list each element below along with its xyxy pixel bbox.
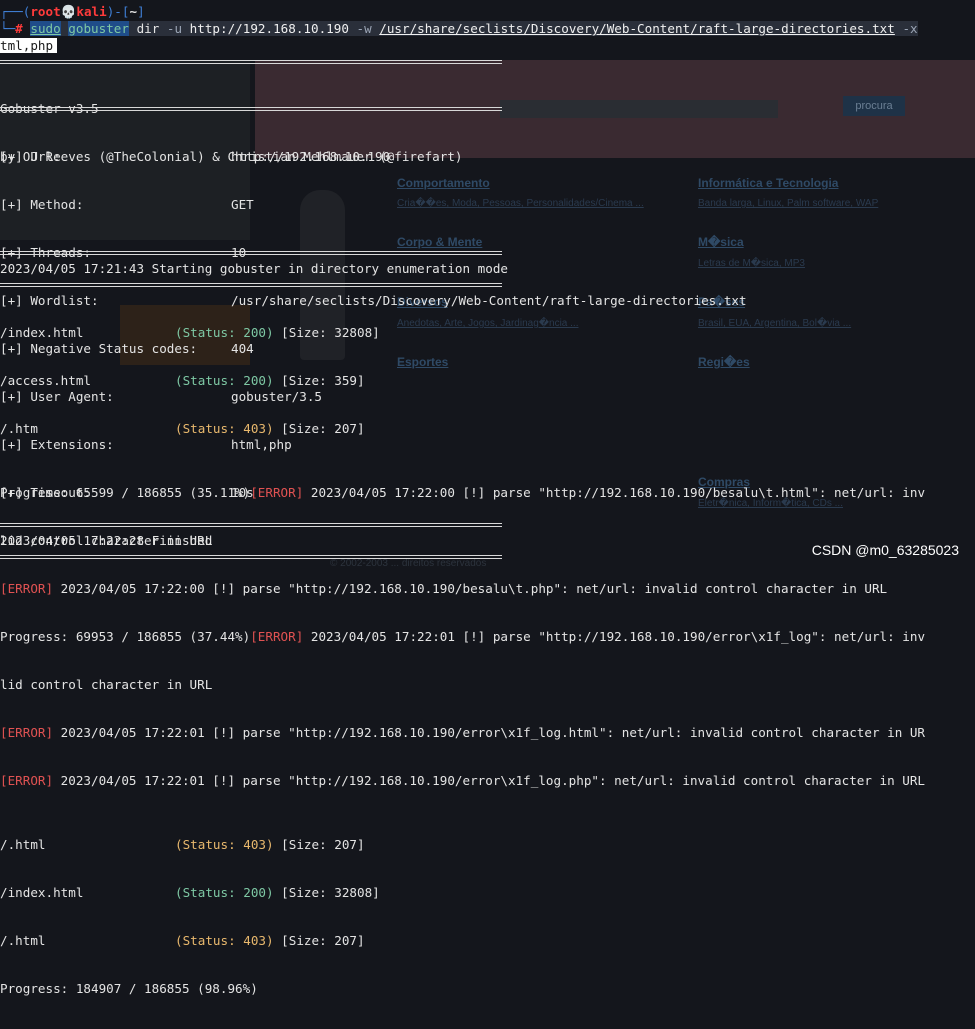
cmd-url: http://192.168.10.190 xyxy=(189,21,349,36)
result-row: /index.html (Status: 200) [Size: 32808] xyxy=(0,885,925,901)
prompt-host: kali xyxy=(76,4,107,19)
result-size: [Size: 207] xyxy=(281,837,365,852)
final-progress: Progress: 184907 / 186855 (98.96%) xyxy=(0,981,258,996)
progress-text: Progress: 65599 / 186855 (35.11%) xyxy=(0,485,251,500)
config-row: [+] Method: GET xyxy=(0,197,747,213)
config-row: [+] Url: http://192.168.10.190 xyxy=(0,149,747,165)
cmd-mode: dir xyxy=(136,21,160,36)
result-size: [Size: 32808] xyxy=(281,325,380,340)
result-status: (Status: 403) xyxy=(175,421,274,436)
result-status: (Status: 403) xyxy=(175,837,274,852)
finished-line: 2023/04/05 17:22:28 Finished xyxy=(0,533,213,548)
result-row: /.htm (Status: 403) [Size: 207] xyxy=(0,421,925,437)
prompt-symbol: # xyxy=(15,21,23,36)
skull-icon: 💀 xyxy=(60,4,77,19)
separator xyxy=(0,251,502,255)
config-value: http://192.168.10.190 xyxy=(231,149,391,164)
cmd-extensions: tml,php xyxy=(0,38,58,53)
config-value: GET xyxy=(231,197,254,212)
error-text: 2023/04/05 17:22:01 [!] parse "http://19… xyxy=(53,725,926,740)
prompt-frame: ] xyxy=(137,4,145,19)
result-status: (Status: 403) xyxy=(175,933,274,948)
result-row: /access.html (Status: 200) [Size: 359] xyxy=(0,373,925,389)
log-line: [ERROR] 2023/04/05 17:22:01 [!] parse "h… xyxy=(0,773,925,789)
result-row: /.html (Status: 403) [Size: 207] xyxy=(0,933,925,949)
cmd-flag-x: -x xyxy=(902,21,918,36)
config-key: [+] Url: xyxy=(0,149,61,164)
error-text: 2023/04/05 17:22:00 [!] parse "http://19… xyxy=(53,581,888,596)
result-path: /index.html xyxy=(0,325,84,340)
prompt-frame: )-[ xyxy=(106,4,130,19)
result-status: (Status: 200) xyxy=(175,373,274,388)
config-key: [+] Method: xyxy=(0,197,84,212)
separator xyxy=(0,60,502,64)
result-path: /.html xyxy=(0,837,46,852)
error-tag: [ERROR] xyxy=(0,725,54,740)
command-line[interactable]: └─# sudo gobuster dir -u http://192.168.… xyxy=(0,21,918,37)
watermark: CSDN @m0_63285023 xyxy=(811,542,959,558)
error-tag: [ERROR] xyxy=(0,581,54,596)
result-path: /index.html xyxy=(0,885,84,900)
shell-prompt: ┌──(root💀kali)-[~] xyxy=(0,4,145,20)
start-line: 2023/04/05 17:21:43 Starting gobuster in… xyxy=(0,261,508,276)
cmd-flag-w: -w xyxy=(356,21,372,36)
log-line: [ERROR] 2023/04/05 17:22:01 [!] parse "h… xyxy=(0,725,925,741)
prompt-dir: ~ xyxy=(129,4,138,19)
result-status: (Status: 200) xyxy=(175,885,274,900)
prompt-user: root xyxy=(30,4,61,19)
separator xyxy=(0,523,502,527)
terminal-window[interactable]: ┌──(root💀kali)-[~] └─# sudo gobuster dir… xyxy=(0,0,975,996)
result-size: [Size: 359] xyxy=(281,373,365,388)
cmd-wordlist: /usr/share/seclists/Discovery/Web-Conten… xyxy=(379,21,895,36)
error-text: 2023/04/05 17:22:01 [!] parse "http://19… xyxy=(53,773,926,788)
result-size: [Size: 207] xyxy=(281,421,365,436)
error-tag: [ERROR] xyxy=(250,485,304,500)
error-text: 2023/04/05 17:22:00 [!] parse "http://19… xyxy=(303,485,926,500)
result-path: /.html xyxy=(0,933,46,948)
result-status: (Status: 200) xyxy=(175,325,274,340)
separator xyxy=(0,283,502,287)
error-tag: [ERROR] xyxy=(250,629,304,644)
cmd-sudo: sudo xyxy=(30,21,61,36)
result-size: [Size: 32808] xyxy=(281,885,380,900)
log-line: [ERROR] 2023/04/05 17:22:00 [!] parse "h… xyxy=(0,581,925,597)
separator xyxy=(0,555,502,559)
log-line: Progress: 65599 / 186855 (35.11%)[ERROR]… xyxy=(0,485,925,501)
separator xyxy=(0,107,502,111)
error-tag: [ERROR] xyxy=(0,773,54,788)
command-line-wrap: tml,php xyxy=(0,38,58,54)
cmd-flag-u: -u xyxy=(166,21,183,36)
result-row: /index.html (Status: 200) [Size: 32808] xyxy=(0,325,925,341)
error-text: 2023/04/05 17:22:01 [!] parse "http://19… xyxy=(303,629,926,644)
result-row: /.html (Status: 403) [Size: 207] xyxy=(0,837,925,853)
results-block: /index.html (Status: 200) [Size: 32808] /… xyxy=(0,293,925,1029)
result-path: /.htm xyxy=(0,421,38,436)
result-size: [Size: 207] xyxy=(281,933,365,948)
prompt-frame: ┌──( xyxy=(0,4,31,19)
cmd-tool: gobuster xyxy=(68,21,129,36)
result-path: /access.html xyxy=(0,373,91,388)
log-line: lid control character in URL xyxy=(0,677,213,692)
log-line: Progress: 69953 / 186855 (37.44%)[ERROR]… xyxy=(0,629,925,645)
progress-text: Progress: 69953 / 186855 (37.44%) xyxy=(0,629,251,644)
prompt-frame: └─ xyxy=(0,21,16,36)
